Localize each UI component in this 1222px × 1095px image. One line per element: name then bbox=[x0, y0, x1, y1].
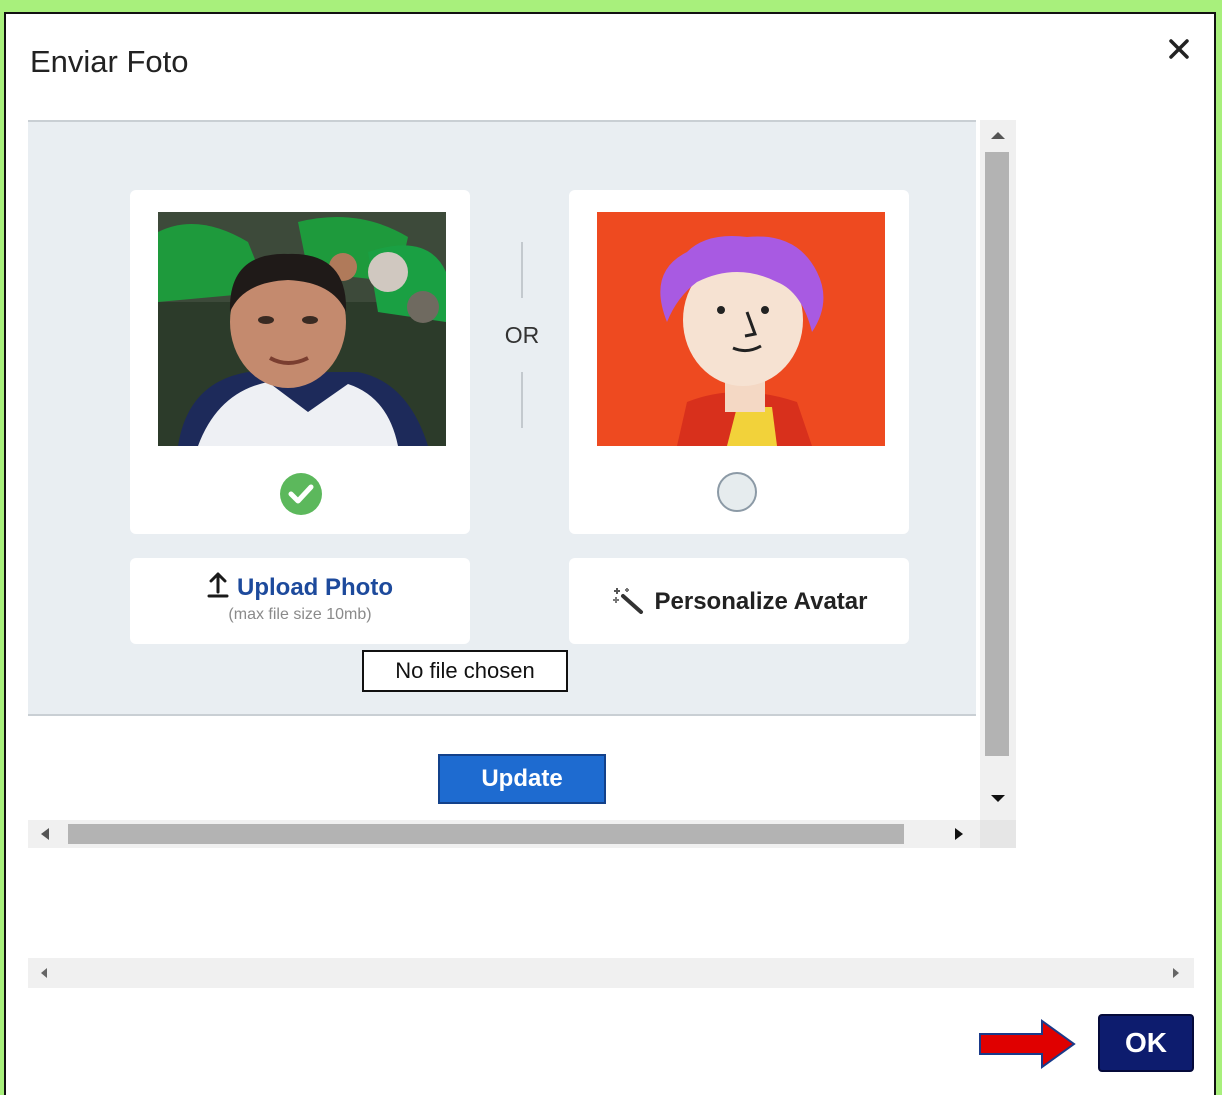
horizontal-scroll-thumb[interactable] bbox=[68, 824, 904, 844]
dialog-title: Enviar Foto bbox=[30, 44, 189, 79]
personalize-avatar-row: Personalize Avatar bbox=[569, 586, 909, 616]
scroll-up-arrow-icon[interactable] bbox=[988, 128, 1008, 142]
personalize-avatar-label: Personalize Avatar bbox=[654, 588, 868, 615]
avatar-option-card[interactable] bbox=[569, 190, 909, 534]
horizontal-scrollbar[interactable] bbox=[28, 820, 980, 848]
upload-photo-row: Upload Photo bbox=[130, 572, 470, 602]
upload-size-hint: (max file size 10mb) bbox=[228, 606, 372, 623]
scroll-right-arrow-icon[interactable] bbox=[952, 826, 966, 842]
photo-option-card[interactable] bbox=[130, 190, 470, 534]
dialog-horizontal-scrollbar[interactable] bbox=[28, 958, 1194, 988]
dialog-scroll-left-icon[interactable] bbox=[38, 966, 50, 980]
options-panel: OR Upload Photo (max file size 10mb) Per… bbox=[28, 120, 976, 716]
scrollbar-corner bbox=[980, 820, 1016, 848]
or-separator: OR bbox=[504, 322, 540, 348]
red-arrow-annotation-icon bbox=[979, 1019, 1076, 1069]
avatar-image bbox=[597, 212, 885, 446]
scroll-down-arrow-icon[interactable] bbox=[988, 792, 1008, 806]
close-icon[interactable] bbox=[1166, 36, 1192, 62]
avatar-radio-button[interactable] bbox=[717, 472, 757, 512]
dialog-scroll-right-icon[interactable] bbox=[1170, 966, 1182, 980]
scroll-left-arrow-icon[interactable] bbox=[38, 826, 52, 842]
separator-line-top bbox=[521, 242, 523, 298]
upload-icon bbox=[207, 572, 229, 598]
enviar-foto-dialog: Enviar Foto OR Upload Photo (max file si… bbox=[4, 12, 1216, 1095]
ok-button[interactable]: OK bbox=[1098, 1014, 1194, 1072]
magic-wand-icon bbox=[612, 588, 643, 614]
upload-photo-button[interactable]: Upload Photo (max file size 10mb) bbox=[130, 558, 470, 644]
upload-photo-label: Upload Photo bbox=[237, 574, 393, 601]
vertical-scroll-thumb[interactable] bbox=[985, 152, 1009, 756]
selected-check-icon bbox=[280, 473, 322, 515]
separator-line-bottom bbox=[521, 372, 523, 428]
no-file-chosen-tooltip: No file chosen bbox=[362, 650, 568, 692]
vertical-scrollbar[interactable] bbox=[980, 120, 1016, 820]
user-photo bbox=[158, 212, 446, 446]
update-button[interactable]: Update bbox=[438, 754, 606, 804]
photo-selector-frame: OR Upload Photo (max file size 10mb) Per… bbox=[28, 120, 1018, 848]
frame-viewport: OR Upload Photo (max file size 10mb) Per… bbox=[28, 120, 978, 820]
personalize-avatar-button[interactable]: Personalize Avatar bbox=[569, 558, 909, 644]
